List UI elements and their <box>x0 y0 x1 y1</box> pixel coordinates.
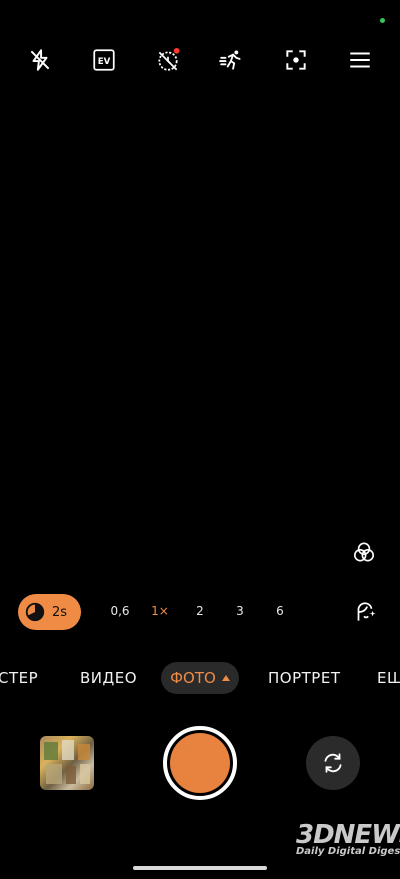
ev-label: EV <box>98 57 111 67</box>
timer-icon <box>25 602 45 622</box>
zoom-3[interactable]: 3 <box>228 604 252 618</box>
ev-icon[interactable]: EV <box>90 46 118 74</box>
zoom-0-6[interactable]: 0,6 <box>108 604 132 618</box>
watermark-brand: 3DNEWS <box>296 820 400 850</box>
switch-camera-icon <box>324 753 342 773</box>
mode-portrait[interactable]: ПОРТРЕТ <box>268 669 340 687</box>
watermark-tagline: Daily Digital Digest <box>296 846 400 857</box>
timer-label: 2s <box>52 604 68 620</box>
zoom-1x[interactable]: 1× <box>148 604 172 618</box>
watermark-logo: 3DNEWS Daily Digital Digest <box>296 822 400 857</box>
beauty-face-icon[interactable] <box>351 598 379 626</box>
menu-icon[interactable] <box>346 46 374 74</box>
switch-camera-button[interactable] <box>306 736 360 790</box>
timer-off-icon[interactable] <box>154 46 182 74</box>
gallery-thumbnail[interactable] <box>40 736 94 790</box>
filters-icon[interactable] <box>350 538 378 566</box>
mode-video[interactable]: ВИДЕО <box>80 669 137 687</box>
flash-off-icon[interactable] <box>26 46 54 74</box>
motion-icon[interactable] <box>218 46 246 74</box>
mode-photo[interactable]: ФОТО <box>161 662 239 694</box>
mode-photo-label: ФОТО <box>170 669 216 687</box>
shutter-button[interactable] <box>163 726 237 800</box>
caret-up-icon <box>221 675 230 681</box>
mode-master[interactable]: СТЕР <box>0 669 38 687</box>
home-indicator[interactable] <box>133 866 267 870</box>
focus-icon[interactable] <box>282 46 310 74</box>
viewfinder[interactable] <box>0 90 400 580</box>
mode-more[interactable]: ЕЩ <box>377 669 400 687</box>
status-indicator-dot <box>380 18 385 23</box>
shutter-inner <box>170 733 230 793</box>
zoom-6[interactable]: 6 <box>268 604 292 618</box>
timer-toggle-button[interactable]: 2s <box>18 594 81 630</box>
zoom-2[interactable]: 2 <box>188 604 212 618</box>
